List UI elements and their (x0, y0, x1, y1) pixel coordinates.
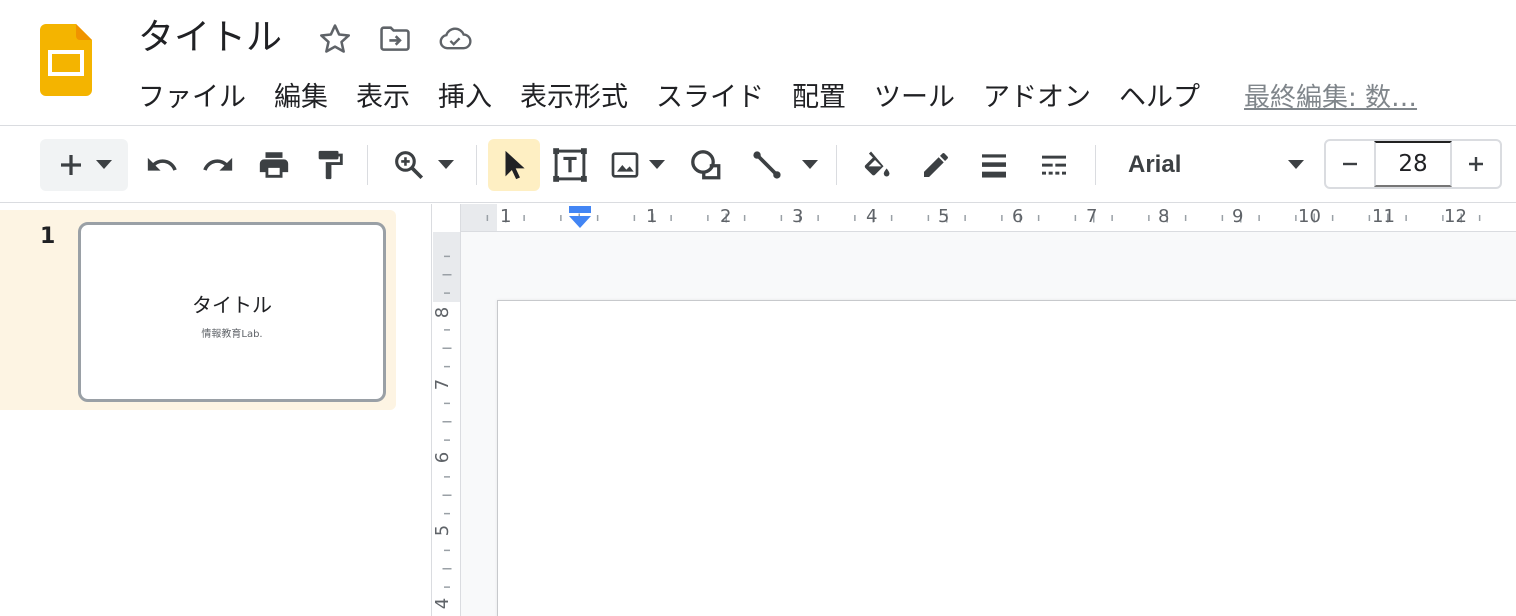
ruler-ticks (486, 213, 1481, 223)
font-size-input[interactable] (1374, 141, 1452, 187)
ruler-label: 2 (720, 206, 732, 227)
ruler-label: 7 (1086, 206, 1098, 227)
shape-button[interactable] (682, 139, 730, 191)
slide-thumbnail[interactable]: タイトル 情報教育Lab. (78, 222, 386, 402)
ruler-ticks (442, 255, 452, 588)
border-color-button[interactable] (912, 139, 960, 191)
menu-arrange[interactable]: 配置 (792, 78, 846, 118)
chevron-down-icon (649, 160, 665, 170)
undo-button[interactable] (138, 139, 186, 191)
ruler-label: 5 (433, 524, 454, 537)
ruler-label: 3 (792, 206, 804, 227)
fill-color-icon (859, 148, 893, 182)
ruler-label: 1 (646, 206, 658, 227)
toolbar-divider (836, 145, 837, 185)
ruler-label: 12 (1444, 206, 1467, 227)
ruler-label: 7 (433, 378, 454, 391)
menu-view[interactable]: 表示 (356, 78, 410, 118)
text-box-icon (551, 146, 589, 184)
menu-edit[interactable]: 編集 (274, 78, 328, 118)
menu-addons[interactable]: アドオン (983, 78, 1091, 118)
zoom-icon (392, 148, 426, 182)
thumbnail-title: タイトル (192, 293, 272, 317)
thumbnail-subtitle: 情報教育Lab. (201, 329, 263, 340)
toolbar-divider (367, 145, 368, 185)
menu-bar: ファイル 編集 表示 挿入 表示形式 スライド 配置 ツール アドオン ヘルプ … (138, 76, 1417, 120)
chevron-down-icon (96, 160, 112, 170)
font-family-value: Arial (1128, 151, 1182, 178)
zoom-button[interactable] (380, 139, 466, 191)
ruler-label: 6 (433, 451, 454, 464)
menu-slide[interactable]: スライド (656, 78, 764, 118)
text-box-button[interactable] (546, 139, 594, 191)
chevron-down-icon (438, 160, 454, 170)
redo-icon (201, 148, 235, 182)
shape-icon (688, 147, 724, 183)
ruler-corner (433, 204, 461, 232)
ruler-label: 10 (1298, 206, 1321, 227)
star-icon[interactable] (318, 22, 352, 56)
move-to-folder-icon[interactable] (378, 22, 412, 56)
increase-font-size-button[interactable] (1452, 141, 1500, 187)
ruler-label: 1 (500, 206, 512, 227)
ruler-label: 8 (433, 306, 454, 319)
indent-marker[interactable] (568, 206, 592, 230)
border-weight-icon (978, 149, 1010, 181)
decrease-size-icon (1340, 154, 1360, 174)
vertical-ruler[interactable]: 8 7 6 5 4 (433, 232, 461, 616)
print-icon (257, 148, 291, 182)
border-dash-button[interactable] (1030, 139, 1078, 191)
last-edit-link[interactable]: 最終編集: 数… (1244, 78, 1417, 118)
horizontal-ruler[interactable]: 1 1 2 3 4 5 6 7 8 9 10 11 12 (433, 204, 1516, 232)
menu-tools[interactable]: ツール (874, 78, 955, 118)
increase-size-icon (1466, 154, 1486, 174)
border-dash-icon (1038, 149, 1070, 181)
document-title[interactable]: タイトル (138, 14, 282, 62)
ruler-label: 11 (1372, 206, 1395, 227)
image-button[interactable] (604, 139, 670, 191)
select-icon (499, 148, 529, 182)
chevron-down-icon (802, 160, 818, 170)
filmstrip-panel: 1 タイトル 情報教育Lab. (0, 204, 432, 616)
toolbar-divider (476, 145, 477, 185)
line-icon (750, 148, 784, 182)
menu-file[interactable]: ファイル (138, 78, 246, 118)
font-family-select[interactable]: Arial (1112, 139, 1320, 191)
ruler-label: 6 (1012, 206, 1024, 227)
border-color-icon (920, 149, 952, 181)
ruler-label: 4 (433, 597, 454, 610)
image-icon (609, 149, 641, 181)
slides-logo-icon[interactable] (40, 24, 92, 96)
border-weight-button[interactable] (970, 139, 1018, 191)
filmstrip-slide-item[interactable]: 1 タイトル 情報教育Lab. (0, 210, 396, 410)
decrease-font-size-button[interactable] (1326, 141, 1374, 187)
slide-canvas[interactable] (497, 300, 1516, 616)
toolbar: Arial (0, 127, 1516, 203)
menu-help[interactable]: ヘルプ (1119, 78, 1200, 118)
undo-icon (145, 148, 179, 182)
font-size-control (1324, 139, 1502, 189)
fill-color-button[interactable] (852, 139, 900, 191)
menu-insert[interactable]: 挿入 (438, 78, 492, 118)
ruler-label: 4 (866, 206, 878, 227)
print-button[interactable] (250, 139, 298, 191)
header-bar: タイトル ファイル 編集 表示 挿入 表示形式 スライド 配置 ツール アドオン… (0, 0, 1516, 126)
cloud-saved-icon[interactable] (438, 22, 472, 56)
chevron-down-icon (1288, 160, 1304, 170)
paint-format-icon (313, 148, 347, 182)
ruler-label: 5 (938, 206, 950, 227)
ruler-label: 9 (1232, 206, 1244, 227)
toolbar-divider (1095, 145, 1096, 185)
slide-number: 1 (40, 224, 56, 249)
menu-format[interactable]: 表示形式 (520, 78, 628, 118)
select-tool-button[interactable] (488, 139, 540, 191)
redo-button[interactable] (194, 139, 242, 191)
ruler-label: 8 (1158, 206, 1170, 227)
new-slide-button[interactable] (40, 139, 128, 191)
new-slide-icon (56, 150, 86, 180)
line-button[interactable] (742, 139, 826, 191)
paint-format-button[interactable] (306, 139, 354, 191)
slide-editor: 1 1 2 3 4 5 6 7 8 9 10 11 12 8 7 6 5 4 (433, 204, 1516, 616)
